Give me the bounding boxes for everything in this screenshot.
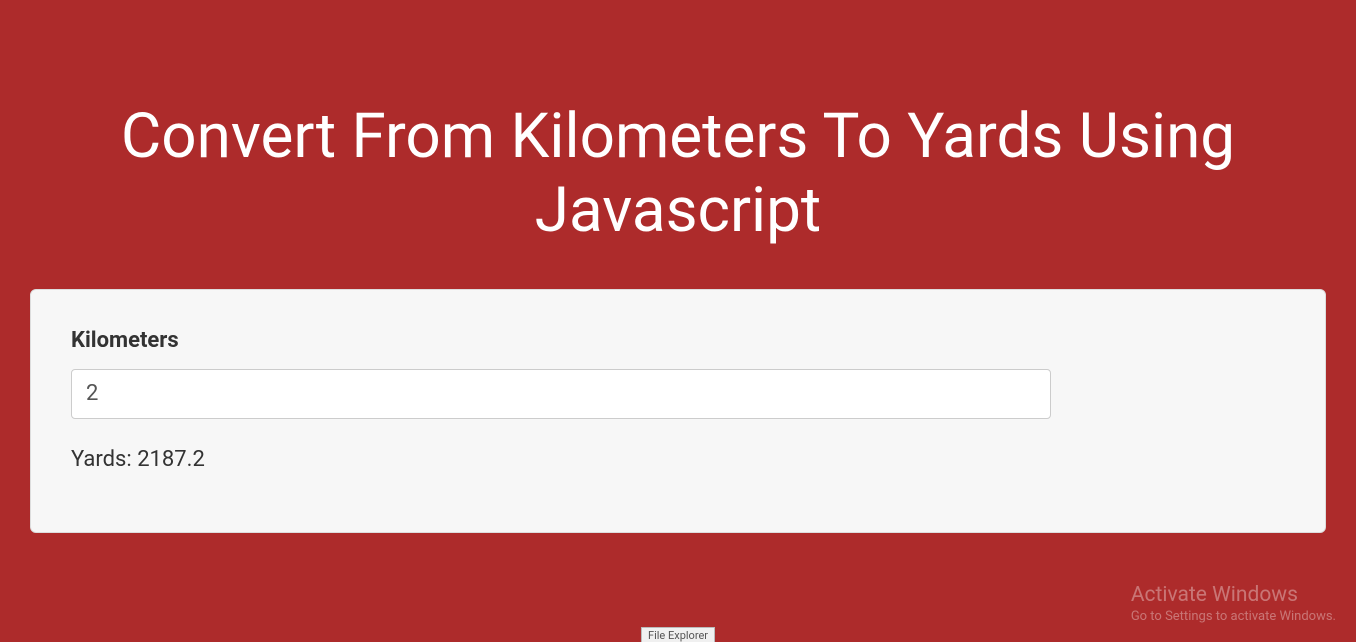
watermark-subtitle: Go to Settings to activate Windows. <box>1131 609 1336 624</box>
windows-activation-watermark: Activate Windows Go to Settings to activ… <box>1131 583 1336 624</box>
yards-result: Yards: 2187.2 <box>71 447 1285 472</box>
taskbar-tooltip: File Explorer <box>641 627 715 642</box>
converter-card: Kilometers Yards: 2187.2 <box>30 289 1326 533</box>
kilometers-input[interactable] <box>71 369 1051 419</box>
kilometers-label: Kilometers <box>71 328 1285 353</box>
page-title: Convert From Kilometers To Yards Using J… <box>30 0 1326 279</box>
watermark-title: Activate Windows <box>1131 583 1336 607</box>
